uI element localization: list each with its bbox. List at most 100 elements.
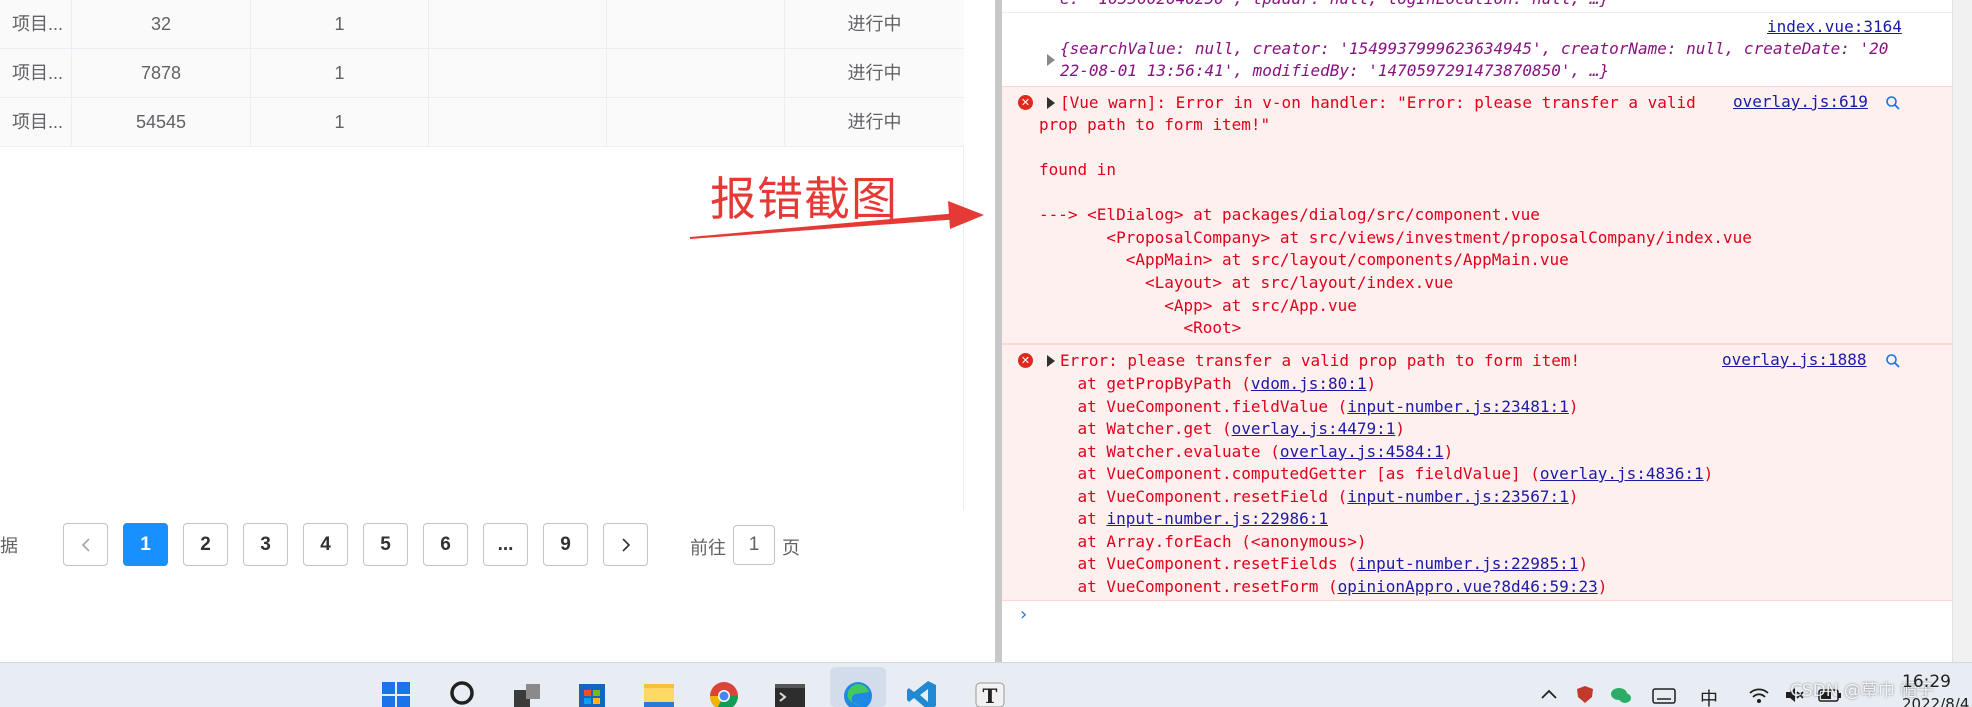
stack-frame-text: )	[1703, 464, 1714, 483]
page-button-4[interactable]: 4	[303, 523, 348, 566]
search-icon[interactable]	[1885, 95, 1901, 111]
stack-frame-link[interactable]: input-number.js:23567:1	[1347, 487, 1569, 506]
goto-label: 前往	[690, 538, 726, 558]
pane-splitter[interactable]	[995, 0, 1002, 662]
stack-frame-text: at Watcher.get (	[1039, 419, 1232, 438]
windows-start-icon[interactable]	[380, 678, 412, 707]
console-prompt-icon[interactable]: ›	[1018, 604, 1029, 625]
data-table: 项目... 32 1 进行中 项目... 7878 1 进行中 项目... 54…	[0, 0, 964, 510]
stack-frame-text: )	[1568, 396, 1579, 416]
page-ellipsis-button[interactable]: ...	[483, 523, 528, 566]
devtools-console: e: '1655602640250', tpaddr: null, logInL…	[1002, 0, 1952, 662]
typora-icon[interactable]: T	[974, 678, 1006, 707]
table-row[interactable]: 项目... 32 1 进行中	[0, 0, 964, 49]
component-trace-line: <Root>	[1039, 318, 1242, 337]
empty-cell	[429, 49, 607, 97]
stack-frame-link[interactable]: input-number.js:22985:1	[1357, 554, 1579, 573]
wechat-icon[interactable]	[1610, 686, 1632, 704]
stack-frame-line: at Array.forEach (<anonymous>)	[1039, 531, 1367, 553]
component-trace-line: <Layout> at src/layout/index.vue	[1039, 273, 1454, 292]
stack-frame-text: )	[1443, 441, 1454, 461]
page-button-6[interactable]: 6	[423, 523, 468, 566]
stack-frame-text: at VueComponent.resetFields (	[1039, 554, 1357, 573]
input-method-indicator[interactable]: 中	[1700, 685, 1718, 707]
count-cell: 1	[251, 49, 429, 97]
stack-frame-text: )	[1578, 554, 1589, 573]
task-view-icon[interactable]	[512, 678, 544, 707]
next-page-button[interactable]	[603, 523, 648, 566]
page-button-9[interactable]: 9	[543, 523, 588, 566]
wifi-icon[interactable]	[1748, 686, 1770, 704]
console-clipped-line: e: '1655602640250', tpaddr: null, logInL…	[1060, 0, 1609, 10]
stack-frame-text: at Array.forEach (<anonymous>)	[1039, 531, 1367, 551]
component-trace-line: <AppMain> at src/layout/components/AppMa…	[1039, 250, 1569, 269]
page-button-1[interactable]: 1	[123, 523, 168, 566]
console-scrollbar[interactable]	[1952, 0, 1972, 662]
empty-cell	[607, 98, 785, 146]
warn-message-line-1: [Vue warn]: Error in v-on handler: "Erro…	[1060, 93, 1696, 112]
log-source-link[interactable]: index.vue:3164	[1767, 17, 1902, 36]
stack-frame-link[interactable]: vdom.js:80:1	[1251, 374, 1367, 393]
empty-cell	[607, 0, 785, 48]
goto-suffix: 页	[782, 538, 800, 558]
page-button-5[interactable]: 5	[363, 523, 408, 566]
app-pane: 项目... 32 1 进行中 项目... 7878 1 进行中 项目... 54…	[0, 0, 995, 662]
stack-frame-line: at input-number.js:22986:1	[1039, 508, 1328, 530]
security-shield-icon[interactable]	[1575, 684, 1595, 704]
expand-triangle-icon[interactable]	[1047, 54, 1055, 66]
status-cell: 进行中	[847, 112, 902, 132]
count-cell: 1	[251, 0, 429, 48]
found-in-label: found in	[1039, 160, 1117, 179]
stack-frame-line: at VueComponent.fieldValue (input-number…	[1039, 396, 1579, 418]
log-object-line-2: 22-08-01 13:56:41', modifiedBy: '1470597…	[1060, 61, 1610, 80]
error-source-link[interactable]: overlay.js:1888	[1722, 350, 1867, 369]
terminal-icon[interactable]	[774, 678, 806, 707]
stack-frame-text: )	[1568, 486, 1579, 506]
count-cell: 1	[251, 98, 429, 146]
vscode-icon[interactable]	[906, 678, 938, 707]
name-cell: 项目...	[0, 0, 72, 48]
goto-page-input[interactable]: 1	[733, 525, 775, 565]
search-icon[interactable]	[1885, 353, 1901, 369]
chevron-up-icon[interactable]	[1540, 687, 1558, 701]
search-icon[interactable]	[448, 678, 480, 707]
keyboard-icon[interactable]	[1652, 688, 1676, 704]
svg-text:T: T	[983, 684, 998, 707]
stack-frame-link[interactable]: input-number.js:22986:1	[1106, 509, 1328, 528]
clock-date[interactable]: 2022/8/4	[1902, 695, 1969, 707]
warn-source-link[interactable]: overlay.js:619	[1733, 92, 1868, 111]
warn-message-line-2: prop path to form item!"	[1039, 115, 1271, 134]
expand-triangle-icon[interactable]	[1047, 97, 1055, 109]
name-cell: 项目...	[0, 98, 72, 146]
stack-frame-text: at getPropByPath (	[1039, 374, 1251, 393]
stack-frame-line: at getPropByPath (vdom.js:80:1)	[1039, 373, 1377, 395]
component-trace-line: <ProposalCompany> at src/views/investmen…	[1039, 228, 1752, 247]
stack-frame-link[interactable]: overlay.js:4479:1	[1232, 419, 1396, 438]
pagination-total: 据	[0, 536, 18, 556]
stack-frame-text: at	[1039, 509, 1107, 528]
log-object-line-1[interactable]: {searchValue: null, creator: '1549937999…	[1060, 38, 1888, 60]
stack-frame-line: at VueComponent.resetForm (opinionAppro.…	[1039, 576, 1608, 598]
clock-time[interactable]: 16:29	[1902, 672, 1951, 692]
stack-frame-line: at Watcher.evaluate (overlay.js:4584:1)	[1039, 441, 1454, 463]
page-button-3[interactable]: 3	[243, 523, 288, 566]
stack-frame-line: at VueComponent.resetField (input-number…	[1039, 486, 1579, 508]
expand-triangle-icon[interactable]	[1047, 355, 1055, 367]
store-icon[interactable]	[576, 678, 608, 707]
name-cell: 项目...	[0, 49, 72, 97]
stack-frame-link[interactable]: opinionAppro.vue?8d46:59:23	[1338, 577, 1598, 596]
table-row[interactable]: 项目... 7878 1 进行中	[0, 49, 964, 98]
stack-frame-line: at VueComponent.computedGetter [as field…	[1039, 463, 1714, 485]
edge-icon[interactable]	[842, 678, 874, 707]
stack-frame-link[interactable]: overlay.js:4584:1	[1280, 442, 1444, 461]
file-explorer-icon[interactable]	[643, 678, 675, 707]
component-trace-line: <App> at src/App.vue	[1039, 296, 1357, 315]
chrome-icon[interactable]	[708, 678, 740, 707]
page-button-2[interactable]: 2	[183, 523, 228, 566]
prev-page-button[interactable]	[63, 523, 108, 566]
table-row[interactable]: 项目... 54545 1 进行中	[0, 98, 964, 147]
number-cell: 32	[72, 0, 251, 48]
stack-frame-link[interactable]: input-number.js:23481:1	[1347, 397, 1569, 416]
stack-frame-text: at VueComponent.computedGetter [as field…	[1039, 464, 1540, 483]
stack-frame-link[interactable]: overlay.js:4836:1	[1540, 464, 1704, 483]
